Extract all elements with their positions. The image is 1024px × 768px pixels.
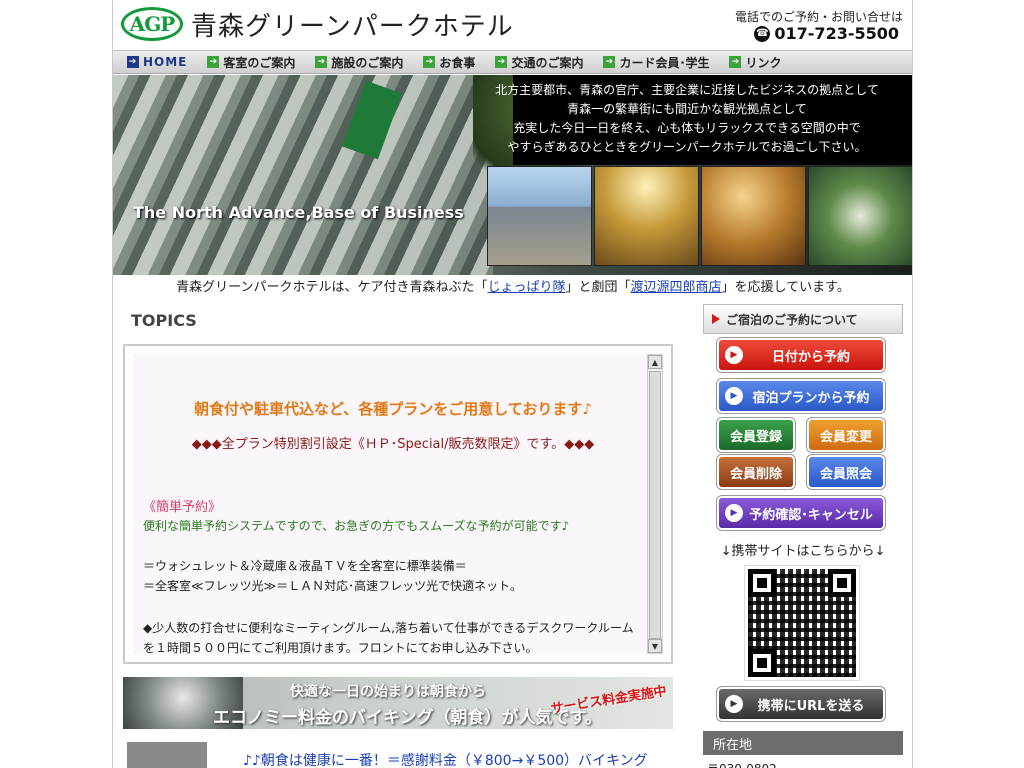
equipment-line: ＝ウォシュレット＆冷蔵庫＆液晶ＴＶを全客室に標準装備＝ <box>143 559 467 573</box>
hero-banner: 北方主要都市、青森の官庁、主要企業に近接したビジネスの拠点として 青森一の繁華街… <box>113 75 912 275</box>
banner-line: 充実した今日一日を終え、心も体もリラックスできる空間の中で <box>513 121 861 135</box>
button-label: 予約確認･キャンセル <box>749 507 873 523</box>
triangle-right-icon <box>712 314 720 324</box>
button-label: 宿泊プランから予約 <box>752 390 870 406</box>
nav-dining[interactable]: ➔ お食事 <box>411 50 483 74</box>
nav-label: カード会員･学生 <box>619 55 710 70</box>
nav-label: 交通のご案内 <box>511 55 584 70</box>
mobile-site-note: ↓携帯サイトはこちらから↓ <box>720 544 886 559</box>
breakfast-line1: 快適な一日の始まりは朝食から <box>290 684 486 700</box>
arrow-right-icon: ➔ <box>127 56 139 68</box>
qr-finder <box>748 649 776 677</box>
play-icon: ▶ <box>725 695 743 713</box>
building-photo <box>113 75 493 275</box>
network-line: ＝全客室≪フレッツ光≫＝ＬＡＮ対応･高速フレッツ光で快適ネット。 <box>143 579 522 593</box>
hotel-exterior-photo <box>487 166 592 266</box>
member-inquiry-button[interactable]: 会員照会 <box>809 457 883 487</box>
arrow-right-icon: ➔ <box>603 56 616 68</box>
banner-line: 青森一の繁華街にも間近かな観光拠点として <box>567 102 807 116</box>
postcode: 〒030-0802 <box>707 760 777 768</box>
send-url-button[interactable]: ▶ 携帯にURLを送る <box>719 689 883 719</box>
qr-code <box>744 565 860 681</box>
play-icon: ▶ <box>725 387 743 405</box>
reserve-by-plan-button[interactable]: ▶ 宿泊プランから予約 <box>719 381 883 411</box>
qr-finder <box>748 569 776 597</box>
reserve-heading-label: ご宿泊のご予約について <box>726 312 858 327</box>
arrow-right-icon: ➔ <box>729 56 742 68</box>
reserve-heading[interactable]: ご宿泊のご予約について <box>703 304 903 334</box>
contact-phone: ☎ 017-723-5500 <box>754 24 899 43</box>
play-icon: ▶ <box>725 504 743 522</box>
easy-reserve-title: 《簡単予約》 <box>143 500 222 515</box>
support-text: 」を応援しています。 <box>721 280 850 295</box>
guest-room-photo <box>701 166 806 266</box>
nav-members[interactable]: ➔ カード会員･学生 <box>591 50 717 74</box>
topics-box: 朝食付や駐車代込など、各種プランをご用意しております♪ ◆◆◆全プラン特別割引設… <box>123 344 673 664</box>
hotel-name[interactable]: 青森グリーンパークホテル <box>191 6 514 43</box>
support-text: 青森グリーンパークホテルは、ケア付き青森ねぶた「 <box>176 280 488 295</box>
easy-reserve-desc: 便利な簡単予約システムですので、お急ぎの方でもスムーズな予約が可能です♪ <box>143 519 570 533</box>
topics-sub: ◆◆◆全プラン特別割引設定《ＨＰ･Special/販売数限定》です。◆◆◆ <box>191 437 595 452</box>
reserve-by-date-button[interactable]: ▶ 日付から予約 <box>719 340 883 370</box>
scroll-thumb[interactable] <box>649 371 661 639</box>
button-label: 携帯にURLを送る <box>757 698 865 714</box>
scroll-up-icon[interactable]: ▲ <box>648 355 662 369</box>
qr-finder <box>828 569 856 597</box>
nav-home[interactable]: ➔ HOME <box>113 50 195 74</box>
button-label: 日付から予約 <box>771 349 850 365</box>
breakfast-line2: エコノミー料金のバイキング（朝食）が人気です。 <box>213 708 602 728</box>
meeting-room-line: ◆少人数の打合せに便利なミーティングルーム,落ち着いて仕事ができるデスクワークル… <box>143 621 634 654</box>
topics-headline: 朝食付や駐車代込など、各種プランをご用意しております♪ <box>194 400 592 418</box>
nav-label: HOME <box>143 55 188 69</box>
member-delete-button[interactable]: 会員削除 <box>719 457 793 487</box>
nav-links[interactable]: ➔ リンク <box>717 50 789 74</box>
logo-mark[interactable]: AGP <box>121 7 183 41</box>
arrow-right-icon: ➔ <box>495 56 508 68</box>
arrow-right-icon: ➔ <box>207 56 220 68</box>
contact-note: 電話でのご予約・お問い合せは <box>734 10 903 24</box>
banner-line: やすらぎあるひとときをグリーンパークホテルでお過ごし下さい。 <box>507 140 867 154</box>
lobby-photo <box>594 166 699 266</box>
link-watanabe[interactable]: 渡辺源四郎商店 <box>631 280 722 295</box>
phone-number: 017-723-5500 <box>774 24 899 43</box>
banner-text: 北方主要都市、青森の官庁、主要企業に近接したビジネスの拠点として 青森一の繁華街… <box>477 81 897 157</box>
nav-label: リンク <box>745 55 782 70</box>
nav-label: 客室のご案内 <box>223 55 296 70</box>
confirm-cancel-button[interactable]: ▶ 予約確認･キャンセル <box>719 498 883 528</box>
play-icon: ▶ <box>725 346 743 364</box>
member-register-button[interactable]: 会員登録 <box>719 420 793 450</box>
location-heading: 所在地 <box>703 731 903 755</box>
nav-access[interactable]: ➔ 交通のご案内 <box>483 50 591 74</box>
main-nav: ➔ HOME ➔ 客室のご案内 ➔ 施設のご案内 ➔ お食事 ➔ 交通のご案内 … <box>113 50 912 74</box>
nav-label: 施設のご案内 <box>331 55 404 70</box>
phone-icon: ☎ <box>754 25 771 42</box>
topics-scrollbar[interactable]: ▲ ▼ <box>647 354 663 654</box>
breakfast-tag: サービス料金実施中 <box>549 683 668 718</box>
page: AGP 青森グリーンパークホテル 電話でのご予約・お問い合せは ☎ 017-72… <box>112 0 913 768</box>
topics-content: 朝食付や駐車代込など、各種プランをご用意しております♪ ◆◆◆全プラン特別割引設… <box>133 354 653 654</box>
nav-rooms[interactable]: ➔ 客室のご案内 <box>195 50 303 74</box>
breakfast-thumbnail <box>127 742 207 768</box>
topics-title: TOPICS <box>131 311 197 330</box>
support-line: 青森グリーンパークホテルは、ケア付き青森ねぶた「じょっぱり隊」と劇団「渡辺源四郎… <box>113 276 912 295</box>
banner-line: 北方主要都市、青森の官庁、主要企業に近接したビジネスの拠点として <box>495 83 879 97</box>
arrow-right-icon: ➔ <box>315 56 328 68</box>
nav-label: お食事 <box>439 55 476 70</box>
link-joppari[interactable]: じょっぱり隊 <box>488 280 566 295</box>
member-change-button[interactable]: 会員変更 <box>809 420 883 450</box>
lounge-photo <box>808 166 912 266</box>
banner-caption: The North Advance,Base of Business <box>133 203 464 222</box>
scroll-down-icon[interactable]: ▼ <box>648 639 662 653</box>
support-text: 」と劇団「 <box>565 280 631 295</box>
nav-facilities[interactable]: ➔ 施設のご案内 <box>303 50 411 74</box>
breakfast-note: ♪♪朝食は健康に一番！＝感謝料金（￥800→￥500）バイキング <box>243 753 648 768</box>
header: AGP 青森グリーンパークホテル 電話でのご予約・お問い合せは ☎ 017-72… <box>113 0 912 49</box>
breakfast-banner[interactable]: 快適な一日の始まりは朝食から エコノミー料金のバイキング（朝食）が人気です。 サ… <box>123 677 673 729</box>
arrow-right-icon: ➔ <box>423 56 436 68</box>
photo-strip <box>487 166 912 266</box>
